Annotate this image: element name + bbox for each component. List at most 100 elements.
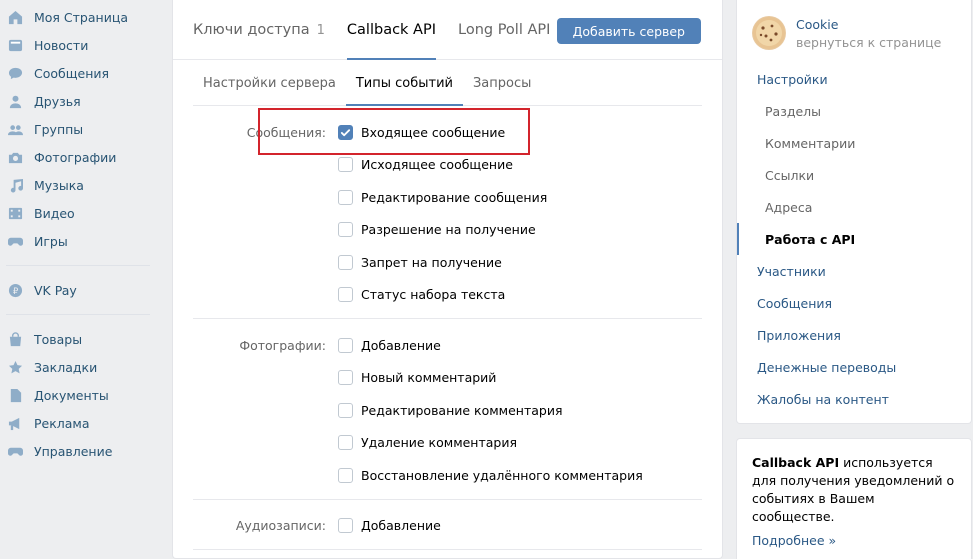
tab-access-keys-count: 1 xyxy=(316,23,325,38)
nav-item-gamepad[interactable]: Игры xyxy=(0,227,160,255)
event-checkbox[interactable] xyxy=(338,467,353,483)
nav-item-label: Группы xyxy=(34,121,84,137)
music-icon xyxy=(7,177,23,193)
section-label: Сообщения: xyxy=(246,124,326,140)
event-checkbox[interactable] xyxy=(338,435,353,451)
event-option-row: Аудиозаписи: Добавление xyxy=(193,510,702,543)
nav-item-news[interactable]: Новости xyxy=(0,31,160,59)
more-link[interactable]: Подробнее » xyxy=(752,532,956,550)
nav-item-label: Управление xyxy=(34,443,113,459)
community-header: Cookie вернуться к странице xyxy=(737,0,971,63)
tab-long-poll-api[interactable]: Long Poll API xyxy=(458,22,550,59)
settings-menu-item[interactable]: Денежные переводы xyxy=(737,351,971,383)
event-checkbox[interactable] xyxy=(338,287,353,303)
settings-menu-item[interactable]: Адреса xyxy=(737,191,971,223)
event-option-label[interactable]: Редактирование комментария xyxy=(361,403,563,418)
nav-item-home[interactable]: Моя Страница xyxy=(0,3,160,31)
add-server-button[interactable]: Добавить сервер xyxy=(556,18,701,44)
nav-item-messages[interactable]: Сообщения xyxy=(0,59,160,87)
settings-menu-item[interactable]: Жалобы на контент xyxy=(737,383,971,415)
video-icon xyxy=(7,205,23,221)
subtab-event-types[interactable]: Типы событий xyxy=(345,76,464,106)
event-checkbox[interactable] xyxy=(338,254,353,270)
event-section: Сообщения: Входящее сообщение Исходящее со… xyxy=(193,106,702,319)
sub-tabs: Настройки сервера Типы событий Запросы xyxy=(193,60,702,106)
tab-access-keys-label: Ключи доступа xyxy=(193,22,310,38)
event-option-label[interactable]: Новый комментарий xyxy=(361,370,496,385)
document-icon xyxy=(7,387,23,403)
section-label: Аудиозаписи: xyxy=(235,518,326,534)
event-option-row: Исходящее сообщение xyxy=(193,149,702,182)
event-checkbox[interactable] xyxy=(338,518,353,534)
event-option-row: Удаление комментария xyxy=(193,427,702,460)
event-option-label[interactable]: Восстановление удалённого комментария xyxy=(361,468,643,483)
star-icon xyxy=(7,359,23,375)
tab-access-keys[interactable]: Ключи доступа 1 xyxy=(193,22,325,59)
nav-item-label: VK Pay xyxy=(34,282,77,298)
event-checkbox[interactable] xyxy=(338,189,353,205)
event-option-label[interactable]: Добавление xyxy=(361,338,441,353)
settings-menu-item[interactable]: Настройки xyxy=(737,63,971,95)
settings-menu-item[interactable]: Приложения xyxy=(737,319,971,351)
nav-item-shopping-bag[interactable]: Товары xyxy=(0,325,160,353)
info-title: Callback API xyxy=(752,455,840,470)
event-option-label[interactable]: Входящее сообщение xyxy=(361,125,505,140)
settings-menu-item[interactable]: Участники xyxy=(737,255,971,287)
community-avatar[interactable] xyxy=(752,16,786,50)
messages-icon xyxy=(7,65,23,81)
event-option-label[interactable]: Исходящее сообщение xyxy=(361,157,513,172)
event-checkbox[interactable] xyxy=(338,124,353,140)
event-checkbox[interactable] xyxy=(338,337,353,353)
nav-item-label: Сообщения xyxy=(34,65,110,81)
event-option-row: Восстановление удалённого комментария xyxy=(193,459,702,492)
nav-item-label: Реклама xyxy=(34,415,90,431)
nav-item-label: Видео xyxy=(34,205,75,221)
nav-item-label: Моя Страница xyxy=(34,9,128,25)
community-name[interactable]: Cookie xyxy=(796,17,941,32)
nav-item-vkpay[interactable]: ₽ VK Pay xyxy=(0,276,160,304)
event-option-label[interactable]: Добавление xyxy=(361,518,441,533)
event-option-label[interactable]: Удаление комментария xyxy=(361,435,517,450)
nav-item-label: Игры xyxy=(34,233,68,249)
community-menu-card: Cookie вернуться к странице Настройки Раз… xyxy=(736,0,972,424)
settings-menu-item[interactable]: Комментарии xyxy=(737,127,971,159)
cookie-icon xyxy=(753,17,785,49)
event-option-row: Разрешение на получение xyxy=(193,214,702,247)
tab-callback-api-label: Callback API xyxy=(346,22,436,38)
nav-item-music[interactable]: Музыка xyxy=(0,171,160,199)
nav-item-megaphone[interactable]: Реклама xyxy=(0,409,160,437)
nav-item-groups[interactable]: Группы xyxy=(0,115,160,143)
subtab-requests[interactable]: Запросы xyxy=(463,76,541,105)
event-option-label[interactable]: Статус набора текста xyxy=(361,287,505,302)
nav-item-document[interactable]: Документы xyxy=(0,381,160,409)
settings-menu-item[interactable]: Ссылки xyxy=(737,159,971,191)
event-section: Фотографии: Добавление Новый комментарий Ре… xyxy=(193,319,702,500)
event-sections: Сообщения: Входящее сообщение Исходящее со… xyxy=(173,106,722,550)
event-checkbox[interactable] xyxy=(338,370,353,386)
callback-info-card: Callback API используется для получения … xyxy=(736,438,972,559)
nav-item-star[interactable]: Закладки xyxy=(0,353,160,381)
event-option-label[interactable]: Редактирование сообщения xyxy=(361,190,547,205)
settings-menu-item[interactable]: Разделы xyxy=(737,95,971,127)
event-option-label[interactable]: Запрет на получение xyxy=(361,255,502,270)
event-option-row: Сообщения: Входящее сообщение xyxy=(193,116,702,149)
back-to-page-link[interactable]: вернуться к странице xyxy=(796,35,941,50)
event-checkbox[interactable] xyxy=(338,402,353,418)
tab-callback-api[interactable]: Callback API xyxy=(346,22,437,60)
event-option-row: Статус набора текста xyxy=(193,279,702,312)
nav-item-video[interactable]: Видео xyxy=(0,199,160,227)
event-option-label[interactable]: Разрешение на получение xyxy=(361,222,536,237)
event-checkbox[interactable] xyxy=(338,222,353,238)
settings-menu-item[interactable]: Работа с API xyxy=(737,223,971,255)
event-checkbox[interactable] xyxy=(338,157,353,173)
subtab-server-settings[interactable]: Настройки сервера xyxy=(193,76,346,105)
nav-item-label: Новости xyxy=(34,37,89,53)
settings-menu-item[interactable]: Сообщения xyxy=(737,287,971,319)
right-column: Cookie вернуться к странице Настройки Раз… xyxy=(736,0,972,559)
nav-item-gamepad[interactable]: Управление xyxy=(0,437,160,465)
nav-item-friend[interactable]: Друзья xyxy=(0,87,160,115)
nav-divider xyxy=(6,265,150,266)
event-option-row: Фотографии: Добавление xyxy=(193,329,702,362)
nav-item-camera[interactable]: Фотографии xyxy=(0,143,160,171)
nav-item-label: Закладки xyxy=(34,359,98,375)
